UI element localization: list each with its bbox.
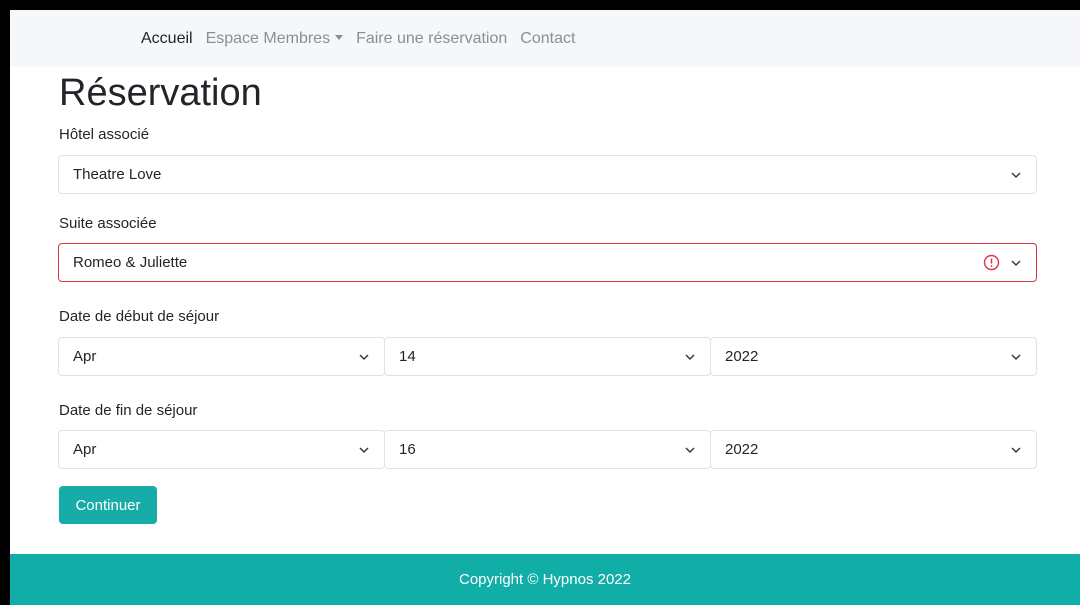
nav-link-accueil[interactable]: Accueil xyxy=(141,30,193,48)
suite-select-value: Romeo & Juliette xyxy=(73,254,188,271)
nav-link-faire-reservation[interactable]: Faire une réservation xyxy=(356,30,507,48)
end-day-value: 16 xyxy=(399,441,416,458)
chevron-down-icon xyxy=(1011,260,1021,267)
chevron-down-icon xyxy=(685,447,695,454)
chevron-down-icon xyxy=(359,354,369,361)
start-year-select[interactable]: 2022 xyxy=(710,337,1037,376)
suite-label: Suite associée xyxy=(59,215,157,232)
hotel-select-value: Theatre Love xyxy=(73,166,162,183)
end-year-value: 2022 xyxy=(725,441,759,458)
chevron-down-icon xyxy=(1011,354,1021,361)
start-month-select[interactable]: Apr xyxy=(58,337,385,376)
end-month-select[interactable]: Apr xyxy=(58,430,385,469)
chevron-down-icon xyxy=(359,447,369,454)
browser-viewport: Accueil Espace Membres Faire une réserva… xyxy=(10,10,1080,605)
start-date-label: Date de début de séjour xyxy=(59,308,220,325)
chevron-down-icon xyxy=(685,354,695,361)
start-day-select[interactable]: 14 xyxy=(384,337,711,376)
end-date-label: Date de fin de séjour xyxy=(59,402,198,419)
caret-down-icon xyxy=(335,34,344,40)
start-month-value: Apr xyxy=(73,348,97,365)
continue-button[interactable]: Continuer xyxy=(59,486,157,524)
error-icon xyxy=(983,254,1000,271)
chevron-down-icon xyxy=(1011,447,1021,454)
page-title: Réservation xyxy=(59,72,262,114)
footer-copyright: Copyright © Hypnos 2022 xyxy=(459,571,631,588)
nav-dropdown-espace-membres[interactable]: Espace Membres xyxy=(206,30,344,48)
hotel-label: Hôtel associé xyxy=(59,126,150,143)
navbar: Accueil Espace Membres Faire une réserva… xyxy=(10,10,1080,67)
nav-link-espace-membres-label: Espace Membres xyxy=(205,29,331,47)
end-month-value: Apr xyxy=(73,441,97,458)
footer: Copyright © Hypnos 2022 xyxy=(10,554,1080,605)
nav-link-contact[interactable]: Contact xyxy=(520,30,575,48)
chevron-down-icon xyxy=(1011,172,1021,179)
end-year-select[interactable]: 2022 xyxy=(710,430,1037,469)
hotel-select[interactable]: Theatre Love xyxy=(58,155,1037,194)
start-year-value: 2022 xyxy=(725,348,759,365)
suite-select[interactable]: Romeo & Juliette xyxy=(58,243,1037,282)
start-day-value: 14 xyxy=(399,348,416,365)
end-day-select[interactable]: 16 xyxy=(384,430,711,469)
